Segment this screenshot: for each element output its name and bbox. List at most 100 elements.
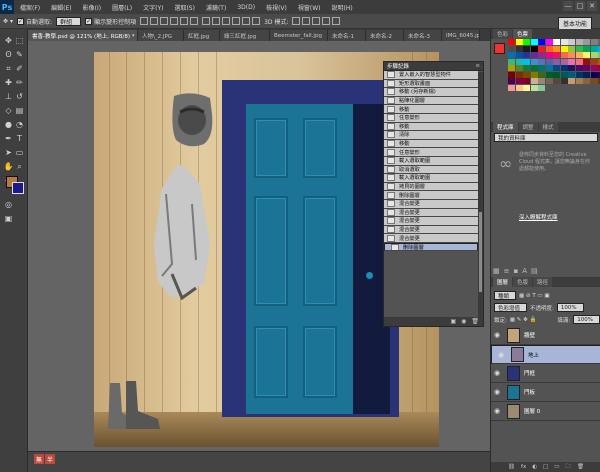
hand-tool-icon[interactable]: ✋: [3, 161, 14, 172]
3d-rotate-icon[interactable]: [292, 17, 301, 25]
color-swatch[interactable]: [523, 78, 530, 84]
close-button[interactable]: ✕: [587, 1, 597, 11]
color-swatch[interactable]: [560, 39, 568, 45]
tab-styles[interactable]: 樣式: [538, 122, 558, 132]
library-dropdown[interactable]: 我的資料庫: [494, 133, 598, 142]
tab-doc-2[interactable]: 人物\_2.JPG: [138, 30, 184, 41]
tab-doc-9[interactable]: IMG_6045.jp: [442, 30, 480, 41]
opacity-field[interactable]: 100%: [556, 303, 584, 312]
learn-more-link[interactable]: 深入瞭解程式庫: [519, 213, 558, 221]
tab-doc-4[interactable]: 綠三紅框.jpg: [220, 30, 270, 41]
show-transform-checkbox[interactable]: ✓: [85, 17, 93, 25]
color-swatch[interactable]: [583, 45, 590, 52]
menu-edit[interactable]: 編輯(E): [51, 3, 71, 12]
color-swatch[interactable]: [508, 84, 515, 91]
layer-row[interactable]: ◉ 地上: [491, 345, 600, 364]
blur-tool-icon[interactable]: ●: [3, 119, 14, 130]
link-layers-icon[interactable]: ⛓: [508, 464, 515, 470]
color-swatch[interactable]: [553, 45, 560, 52]
pen-tool-icon[interactable]: ✒: [3, 133, 14, 144]
tab-doc-main[interactable]: 書香-教學.psd @ 121% (地上, RGB/8) *: [28, 30, 138, 41]
color-swatch[interactable]: [583, 52, 590, 58]
color-swatch[interactable]: [530, 39, 538, 45]
color-swatch[interactable]: [538, 71, 545, 78]
history-item[interactable]: 取消選取: [384, 165, 478, 175]
show-transform-option[interactable]: ✓ 顯示變形控制項: [85, 17, 136, 26]
tab-doc-8[interactable]: 未命名-3: [404, 30, 442, 41]
adjustment-layer-icon[interactable]: □: [543, 464, 548, 470]
color-swatch[interactable]: [545, 78, 553, 84]
swatch-foreground-preview[interactable]: [494, 43, 505, 54]
color-swatch[interactable]: [575, 78, 583, 84]
menu-image[interactable]: 影像(I): [83, 3, 101, 12]
gradient-tool-icon[interactable]: ▤: [14, 105, 25, 116]
visibility-eye-icon[interactable]: ◉: [497, 351, 505, 359]
menu-layer[interactable]: 圖層(L): [112, 3, 132, 12]
color-swatch[interactable]: [538, 84, 545, 91]
color-swatch[interactable]: [575, 71, 583, 78]
color-swatch[interactable]: [575, 39, 583, 45]
color-swatch[interactable]: [530, 65, 538, 71]
color-swatch[interactable]: [583, 71, 590, 78]
color-swatch[interactable]: [583, 78, 590, 84]
new-group-icon[interactable]: ▭: [554, 464, 559, 470]
color-swatch[interactable]: [530, 78, 538, 84]
history-item[interactable]: 混合變更: [384, 217, 478, 226]
distribute-right-icon[interactable]: [252, 17, 261, 25]
color-swatch[interactable]: [538, 45, 545, 52]
history-item[interactable]: 置入嵌入的智慧型物件: [384, 71, 478, 80]
history-item[interactable]: 刪除圖層: [384, 191, 478, 200]
color-swatch[interactable]: [560, 71, 568, 78]
clone-stamp-tool-icon[interactable]: ⊥: [3, 91, 14, 102]
library-grid-icon[interactable]: ▦: [493, 267, 500, 275]
history-item[interactable]: 清除: [384, 131, 478, 140]
color-swatch[interactable]: [568, 71, 575, 78]
3d-scale-icon[interactable]: [332, 17, 341, 25]
history-item[interactable]: 任意變形: [384, 148, 478, 157]
color-swatch[interactable]: [560, 45, 568, 52]
new-layer-icon[interactable]: 🗀: [565, 463, 571, 472]
tab-doc-6[interactable]: 未命名-1: [328, 30, 366, 41]
healing-brush-tool-icon[interactable]: ✚: [3, 77, 14, 88]
tab-libraries[interactable]: 程式庫: [493, 122, 518, 132]
color-swatch[interactable]: [575, 58, 583, 65]
minimize-button[interactable]: —: [563, 1, 573, 11]
color-swatch[interactable]: [568, 58, 575, 65]
color-swatch[interactable]: [568, 78, 575, 84]
visibility-eye-icon[interactable]: ◉: [493, 388, 501, 396]
color-swatch[interactable]: [590, 52, 598, 58]
color-swatch[interactable]: [515, 52, 523, 58]
add-text-style-icon[interactable]: A: [522, 267, 527, 275]
add-mask-icon[interactable]: ◐: [532, 464, 537, 470]
color-swatch[interactable]: [515, 71, 523, 78]
history-item[interactable]: 矩形選取畫面: [384, 79, 478, 89]
tab-doc-7[interactable]: 未命名-2: [366, 30, 404, 41]
layer-row[interactable]: ◉ 牆壁: [491, 326, 600, 345]
color-swatch[interactable]: [523, 84, 530, 91]
color-swatch[interactable]: [523, 39, 530, 45]
color-swatch[interactable]: [530, 52, 538, 58]
color-swatch[interactable]: [523, 58, 530, 65]
color-swatch[interactable]: [530, 84, 538, 91]
color-swatch[interactable]: [545, 65, 553, 71]
color-swatch[interactable]: [508, 39, 515, 45]
align-hcenter-icon[interactable]: [180, 17, 189, 25]
path-select-tool-icon[interactable]: ➤: [3, 147, 14, 158]
scroll-thumb[interactable]: [479, 212, 482, 292]
color-swatch[interactable]: [575, 45, 583, 52]
history-item[interactable]: 混合變更: [384, 234, 478, 243]
maximize-button[interactable]: □: [575, 1, 585, 11]
kind-filter-dropdown[interactable]: 種類: [494, 291, 517, 300]
color-swatch[interactable]: [515, 78, 523, 84]
color-swatch[interactable]: [553, 71, 560, 78]
tab-swatches[interactable]: 色票: [513, 29, 533, 39]
color-swatch[interactable]: [508, 78, 515, 84]
layer-row[interactable]: ◉ 門板: [491, 383, 600, 402]
tab-channels[interactable]: 色版: [513, 277, 533, 287]
history-item[interactable]: 混合變更: [384, 225, 478, 235]
color-swatch[interactable]: [508, 65, 515, 71]
visibility-eye-icon[interactable]: ◉: [493, 369, 501, 377]
menu-type[interactable]: 文字(Y): [143, 3, 163, 12]
color-swatch[interactable]: [508, 45, 515, 52]
color-swatch[interactable]: [515, 84, 523, 91]
